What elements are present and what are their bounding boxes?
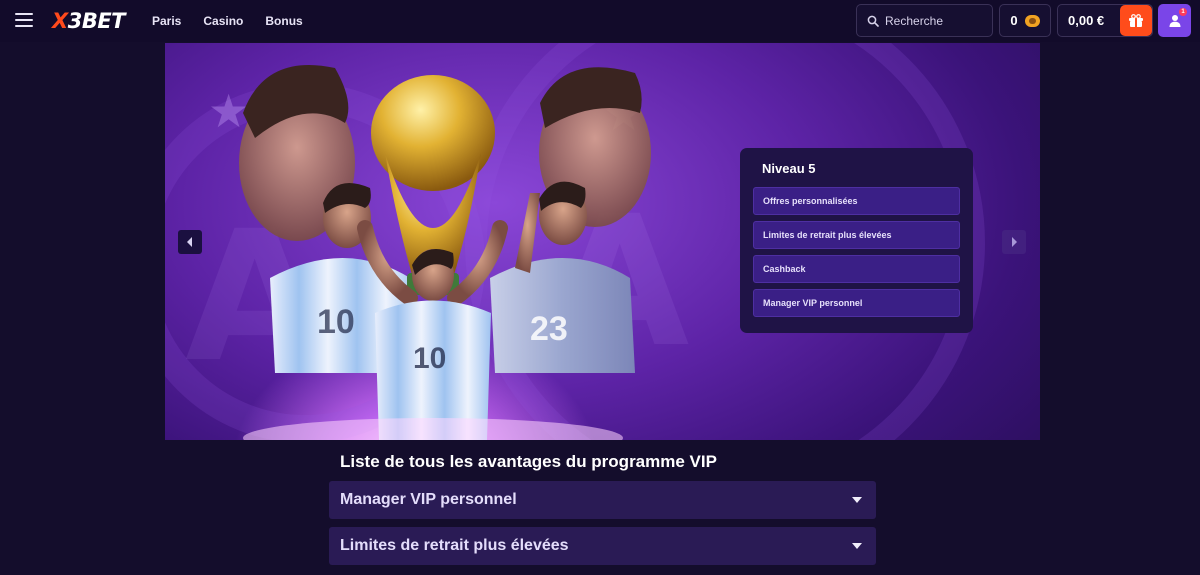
vip-banner: ★ ★ A A — [165, 43, 1040, 440]
level-benefit-item: Limites de retrait plus élevées — [753, 221, 960, 249]
chevron-right-icon — [1012, 237, 1017, 247]
vip-benefits-heading: Liste de tous les avantages du programme… — [340, 452, 717, 471]
gift-icon — [1129, 13, 1143, 27]
deposit-button[interactable] — [1120, 5, 1152, 36]
accordion-manager-vip[interactable]: Manager VIP personnel — [329, 481, 876, 519]
carousel-next-button[interactable] — [1002, 230, 1026, 254]
nav-item-bonus[interactable]: Bonus — [265, 14, 302, 28]
accordion-withdrawal-limits[interactable]: Limites de retrait plus élevées — [329, 527, 876, 565]
coins-counter[interactable]: 0 — [999, 4, 1051, 37]
top-bar: X3BET Paris Casino Bonus Recherche 0 0,0… — [0, 0, 1200, 42]
level-benefit-item: Cashback — [753, 255, 960, 283]
site-logo[interactable]: X3BET — [52, 9, 126, 33]
search-icon — [867, 15, 879, 27]
chevron-left-icon — [187, 237, 192, 247]
accordion-label: Limites de retrait plus élevées — [340, 537, 569, 554]
nav-item-casino[interactable]: Casino — [203, 14, 243, 28]
search-label: Recherche — [885, 13, 944, 28]
search-box[interactable]: Recherche — [856, 4, 993, 37]
main-nav: Paris Casino Bonus — [152, 0, 303, 42]
carousel-prev-button[interactable] — [178, 230, 202, 254]
accordion-label: Manager VIP personnel — [340, 491, 517, 508]
balance-value: 0,00 € — [1068, 13, 1105, 28]
nav-item-paris[interactable]: Paris — [152, 14, 181, 28]
level-benefit-item: Manager VIP personnel — [753, 289, 960, 317]
caret-down-icon — [852, 543, 862, 549]
user-icon — [1169, 14, 1180, 27]
coins-value: 0 — [1010, 13, 1018, 28]
level-title: Niveau 5 — [762, 161, 816, 176]
caret-down-icon — [852, 497, 862, 503]
coin-icon — [1024, 14, 1040, 27]
players-illustration: 10 23 10 — [239, 65, 651, 440]
jersey-number: 10 — [413, 342, 446, 375]
vip-level-panel: Niveau 5 Offres personnalisées Limites d… — [740, 148, 973, 333]
notification-badge: 1 — [1179, 8, 1187, 16]
jersey-number: 10 — [317, 303, 355, 341]
hamburger-menu-icon[interactable] — [15, 13, 33, 27]
jersey-number: 23 — [530, 310, 568, 348]
level-benefit-item: Offres personnalisées — [753, 187, 960, 215]
profile-button[interactable]: 1 — [1158, 4, 1191, 37]
